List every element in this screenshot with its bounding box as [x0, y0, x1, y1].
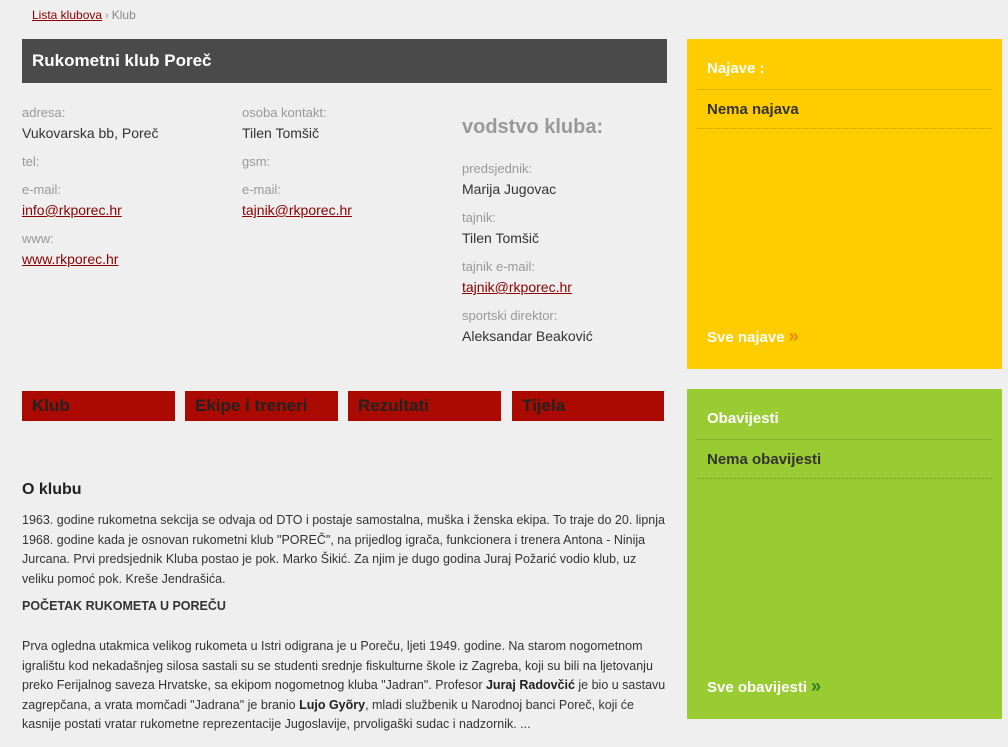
www-label: www: [22, 231, 54, 246]
announcements-empty-message: Nema najava [697, 90, 992, 129]
about-paragraph-1: 1963. godine rukometna sekcija se odvaja… [22, 513, 665, 586]
breadcrumb: Lista klubova › Klub [32, 8, 136, 22]
contact-person-value: Tilen Tomšič [242, 125, 320, 141]
contact-email-link[interactable]: tajnik@rkporec.hr [242, 202, 452, 219]
double-chevron-right-icon: » [788, 326, 799, 346]
notices-empty-message: Nema obavijesti [697, 440, 992, 479]
website-link[interactable]: www.rkporec.hr [22, 251, 232, 268]
sports-director-value: Aleksandar Beaković [462, 328, 593, 344]
club-title: Rukometni klub Poreč [22, 39, 667, 83]
address-label: adresa: [22, 105, 66, 120]
club-tabs: Klub Ekipe i treneri Rezultati Tijela [22, 391, 667, 421]
about-paragraph-2: Prva ogledna utakmica velikog rukometa u… [22, 639, 666, 731]
notices-box: Obavijesti Nema obavijesti Sve obavijest… [687, 389, 1002, 719]
all-announcements-link[interactable]: Sve najave» [707, 326, 799, 347]
contact-email-label: e-mail: [242, 182, 282, 197]
contact-person-label: osoba kontakt: [242, 105, 327, 120]
secretary-value: Tilen Tomšič [462, 230, 540, 246]
gsm-label: gsm: [242, 154, 271, 169]
history-subheading: POČETAK RUKOMETA U POREČU [22, 599, 226, 613]
breadcrumb-link-club-list[interactable]: Lista klubova [32, 8, 102, 22]
secretary-label: tajnik: [462, 210, 496, 225]
tel-label: tel: [22, 154, 40, 169]
about-title: O klubu [22, 481, 82, 498]
address-value: Vukovarska bb, Poreč [22, 125, 159, 141]
announcements-title: Najave : [697, 39, 992, 90]
tab-rezultati[interactable]: Rezultati [348, 391, 501, 421]
secretary-email-label: tajnik e-mail: [462, 259, 535, 274]
management-heading: vodstvo kluba: [462, 116, 604, 138]
tab-klub[interactable]: Klub [22, 391, 175, 421]
breadcrumb-current: Klub [111, 8, 136, 22]
tab-tijela[interactable]: Tijela [512, 391, 664, 421]
all-notices-link[interactable]: Sve obavijesti» [707, 676, 821, 697]
club-about-section: O klubu 1963. godine rukometna sekcija s… [22, 481, 667, 735]
president-value: Marija Jugovac [462, 181, 557, 197]
club-management: vodstvo kluba: predsjednik: Marija Jugov… [462, 116, 667, 345]
email-label: e-mail: [22, 182, 62, 197]
secretary-email-link[interactable]: tajnik@rkporec.hr [462, 279, 667, 296]
tab-ekipe-i-treneri[interactable]: Ekipe i treneri [185, 391, 338, 421]
email-link[interactable]: info@rkporec.hr [22, 202, 232, 219]
sports-director-label: sportski direktor: [462, 308, 558, 323]
club-info-column-1: adresa: Vukovarska bb, Poreč tel: e-mail… [22, 105, 232, 268]
president-label: predsjednik: [462, 161, 533, 176]
notices-title: Obavijesti [697, 389, 992, 440]
double-chevron-right-icon: » [811, 676, 821, 696]
breadcrumb-separator: › [105, 10, 109, 22]
announcements-box: Najave : Nema najava Sve najave» [687, 39, 1002, 369]
club-info-column-2: osoba kontakt: Tilen Tomšič gsm: e-mail:… [242, 105, 452, 219]
